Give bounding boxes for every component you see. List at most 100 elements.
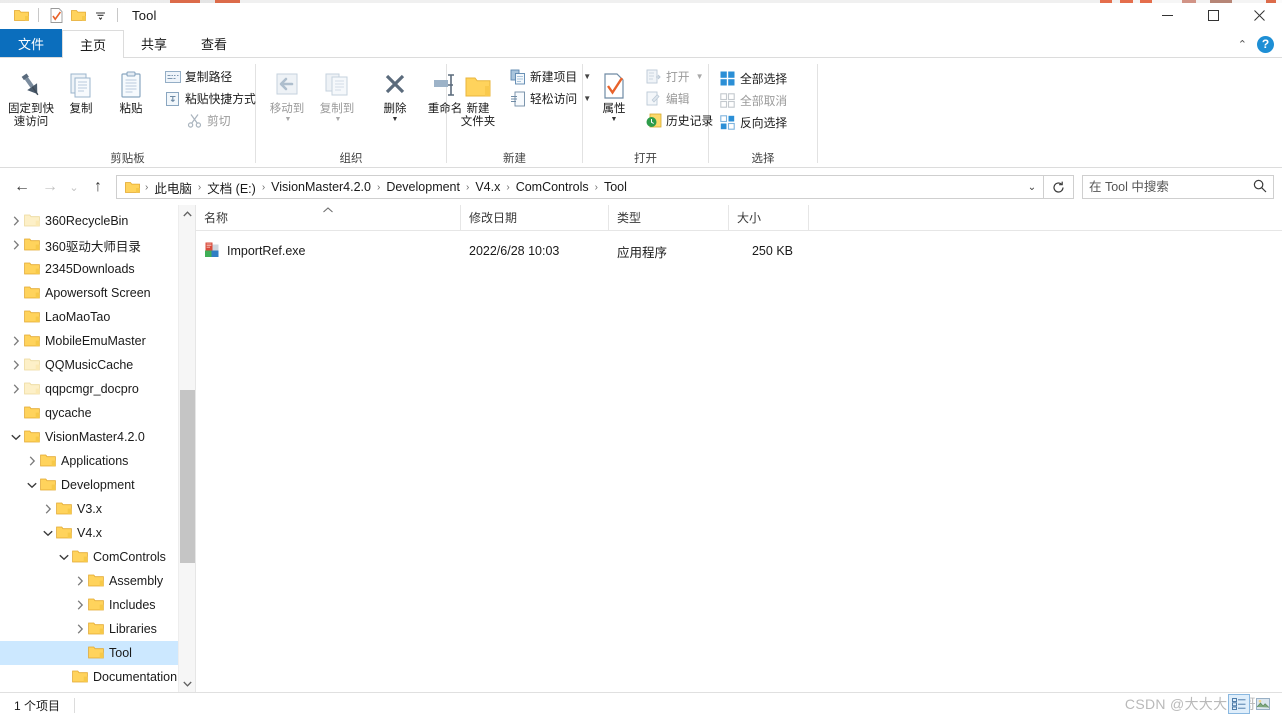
new-item-button[interactable]: 新建项目 ▼: [505, 66, 595, 87]
collapse-ribbon-icon[interactable]: ⌃: [1238, 38, 1247, 51]
open-button[interactable]: 打开 ▼: [641, 66, 717, 87]
chevron-right-icon[interactable]: [8, 233, 24, 257]
tree-item-applications[interactable]: Applications: [0, 449, 195, 473]
scroll-down-icon[interactable]: [179, 675, 195, 692]
tree-item-2345downloads[interactable]: 2345Downloads: [0, 257, 195, 281]
chevron-right-icon[interactable]: [72, 617, 88, 641]
search-box[interactable]: [1082, 175, 1274, 199]
column-header-size[interactable]: 大小: [729, 204, 809, 231]
folder-icon[interactable]: [10, 4, 32, 26]
tree-item-qycache[interactable]: qycache: [0, 401, 195, 425]
tree-item-comcontrols[interactable]: ComControls: [0, 545, 195, 569]
breadcrumb-item-3[interactable]: Development: [383, 180, 463, 194]
tree-item-v4-x[interactable]: V4.x: [0, 521, 195, 545]
large-icons-view-button[interactable]: [1252, 694, 1274, 714]
move-to-dropdown-icon[interactable]: ▼: [285, 116, 292, 123]
breadcrumb-separator-3[interactable]: ›: [374, 182, 383, 193]
easy-access-button[interactable]: 轻松访问 ▼: [505, 88, 595, 109]
tree-item-mobileemumaster[interactable]: MobileEmuMaster: [0, 329, 195, 353]
breadcrumb-folder-icon[interactable]: [121, 181, 142, 194]
invert-selection-button[interactable]: 反向选择: [715, 112, 791, 133]
tree-item-qqmusiccache[interactable]: QQMusicCache: [0, 353, 195, 377]
pin-to-quick-access-button[interactable]: 固定到快 速访问: [6, 64, 56, 131]
chevron-right-icon[interactable]: [72, 569, 88, 593]
breadcrumb-separator-6[interactable]: ›: [592, 182, 601, 193]
tab-home[interactable]: 主页: [62, 30, 125, 58]
delete-button[interactable]: 删除 ▼: [370, 64, 420, 125]
scrollbar-thumb[interactable]: [180, 390, 195, 563]
refresh-button[interactable]: [1044, 175, 1074, 199]
column-header-name[interactable]: 名称: [196, 204, 461, 231]
tree-item-libraries[interactable]: Libraries: [0, 617, 195, 641]
breadcrumb-separator-1[interactable]: ›: [195, 182, 204, 193]
tree-item-visionmaster4-2-0[interactable]: VisionMaster4.2.0: [0, 425, 195, 449]
tree-item-laomaotao[interactable]: LaoMaoTao: [0, 305, 195, 329]
properties-icon[interactable]: [45, 4, 67, 26]
address-dropdown-icon[interactable]: ⌄: [1021, 182, 1043, 193]
select-all-button[interactable]: 全部选择: [715, 68, 791, 89]
paste-button[interactable]: 粘贴: [106, 64, 156, 118]
paste-shortcut-button[interactable]: 粘贴快捷方式: [160, 88, 260, 109]
back-button[interactable]: ←: [8, 173, 36, 201]
breadcrumb-item-1[interactable]: 文档 (E:): [204, 178, 259, 197]
breadcrumb-item-2[interactable]: VisionMaster4.2.0: [268, 180, 374, 194]
copy-to-button[interactable]: 复制到 ▼: [312, 64, 362, 125]
forward-button[interactable]: →: [36, 173, 64, 201]
chevron-right-icon[interactable]: [8, 353, 24, 377]
chevron-right-icon[interactable]: [8, 377, 24, 401]
close-button[interactable]: [1236, 0, 1282, 30]
properties-button[interactable]: 属性 ▼: [589, 64, 639, 125]
breadcrumb-separator-2[interactable]: ›: [259, 182, 268, 193]
new-folder-icon[interactable]: [67, 4, 89, 26]
tab-view[interactable]: 查看: [184, 29, 244, 57]
chevron-down-icon[interactable]: [89, 4, 111, 26]
tree-item-360recyclebin[interactable]: 360RecycleBin: [0, 209, 195, 233]
scroll-up-icon[interactable]: [179, 205, 195, 222]
tree-item-includes[interactable]: Includes: [0, 593, 195, 617]
chevron-right-icon[interactable]: [40, 497, 56, 521]
search-input[interactable]: [1089, 180, 1253, 194]
tree-item-documentation[interactable]: Documentation: [0, 665, 195, 689]
tree-item-qqpcmgr-docpro[interactable]: qqpcmgr_docpro: [0, 377, 195, 401]
move-to-button[interactable]: 移动到 ▼: [262, 64, 312, 125]
breadcrumb-item-5[interactable]: ComControls: [513, 180, 592, 194]
cut-button[interactable]: 剪切: [182, 110, 260, 131]
details-view-button[interactable]: [1228, 694, 1250, 714]
copy-to-dropdown-icon[interactable]: ▼: [335, 116, 342, 123]
chevron-down-icon[interactable]: [24, 473, 40, 497]
file-name-cell[interactable]: ImportRef.exe: [196, 238, 461, 264]
breadcrumb-separator-5[interactable]: ›: [503, 182, 512, 193]
tree-item-v3-x[interactable]: V3.x: [0, 497, 195, 521]
table-row[interactable]: ImportRef.exe 2022/6/28 10:03 应用程序 250 K…: [196, 238, 1282, 264]
recent-locations-button[interactable]: ⌄: [64, 173, 84, 201]
breadcrumb-item-0[interactable]: 此电脑: [151, 178, 195, 197]
breadcrumb-item-6[interactable]: Tool: [601, 180, 630, 194]
chevron-down-icon[interactable]: [56, 545, 72, 569]
navigation-scrollbar[interactable]: [178, 205, 195, 692]
tree-item-development[interactable]: Development: [0, 473, 195, 497]
breadcrumb-separator-4[interactable]: ›: [463, 182, 472, 193]
breadcrumb-separator-0[interactable]: ›: [142, 182, 151, 193]
help-icon[interactable]: ?: [1257, 35, 1274, 53]
new-folder-button[interactable]: 新建 文件夹: [453, 64, 503, 131]
chevron-right-icon[interactable]: [24, 449, 40, 473]
chevron-down-icon[interactable]: [8, 425, 24, 449]
history-button[interactable]: 历史记录: [641, 110, 717, 131]
chevron-right-icon[interactable]: [8, 329, 24, 353]
breadcrumb-item-4[interactable]: V4.x: [472, 180, 503, 194]
delete-dropdown-icon[interactable]: ▼: [392, 116, 399, 123]
maximize-button[interactable]: [1190, 0, 1236, 30]
select-none-button[interactable]: 全部取消: [715, 90, 791, 111]
tree-item-apowersoft-screen[interactable]: Apowersoft Screen: [0, 281, 195, 305]
copy-button[interactable]: 复制: [56, 64, 106, 118]
address-path-box[interactable]: › 此电脑 › 文档 (E:) › VisionMaster4.2.0 › De…: [116, 175, 1044, 199]
chevron-right-icon[interactable]: [8, 209, 24, 233]
up-button[interactable]: ↑: [84, 173, 112, 201]
search-icon[interactable]: [1253, 179, 1267, 196]
open-dropdown-icon[interactable]: ▼: [696, 72, 704, 81]
edit-button[interactable]: 编辑: [641, 88, 717, 109]
tab-share[interactable]: 共享: [124, 29, 184, 57]
column-header-modified[interactable]: 修改日期: [461, 204, 609, 231]
copy-path-button[interactable]: 复制路径: [160, 66, 260, 87]
properties-dropdown-icon[interactable]: ▼: [611, 116, 618, 123]
